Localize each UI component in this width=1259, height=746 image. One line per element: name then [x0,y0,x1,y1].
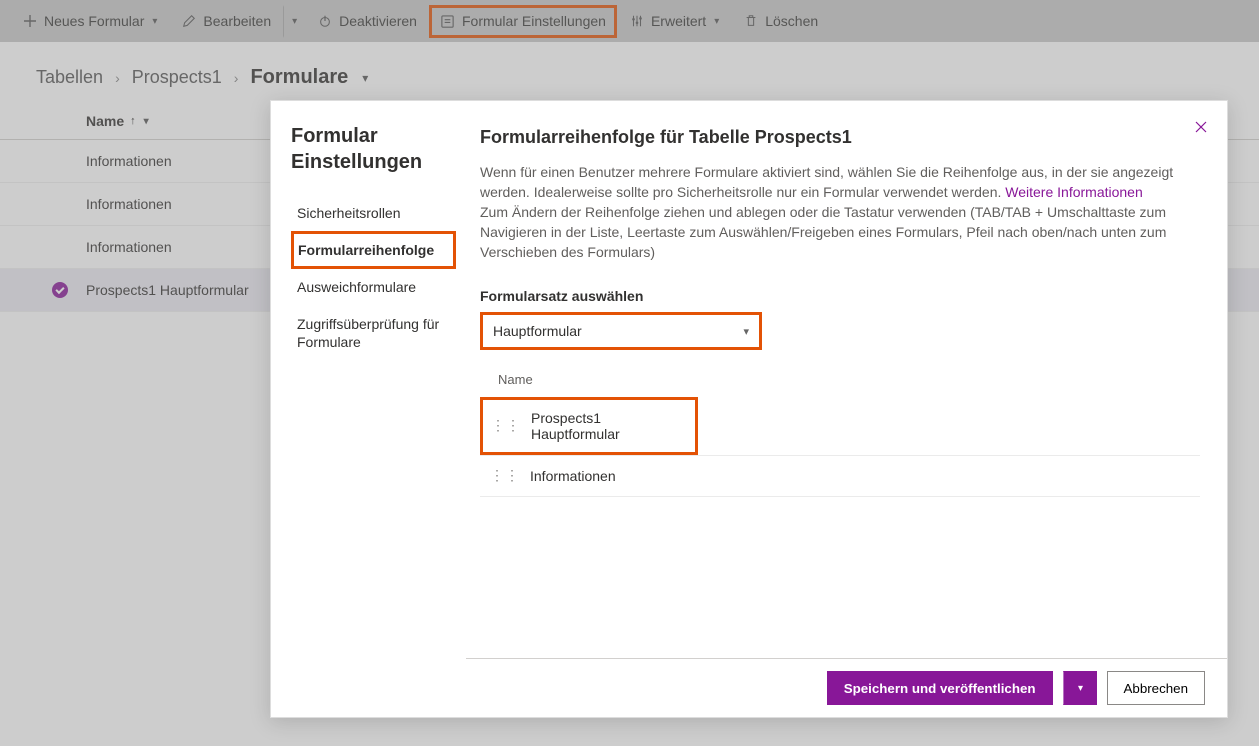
dialog-footer: Speichern und veröffentlichen ▾ Abbreche… [466,658,1227,717]
dialog-nav-title: Formular Einstellungen [291,123,456,175]
dialog-desc-2: Zum Ändern der Reihenfolge ziehen und ab… [480,204,1166,260]
dialog-main: Formularreihenfolge für Tabelle Prospect… [466,101,1227,717]
form-order-row[interactable]: ⋮⋮ Prospects1 Hauptformular [480,397,698,455]
learn-more-link[interactable]: Weitere Informationen [1005,184,1142,200]
dialog-close-button[interactable] [1193,119,1209,135]
form-order-row-name: Informationen [530,468,616,484]
drag-handle-icon[interactable]: ⋮⋮ [490,468,520,484]
dialog-description: Wenn für einen Benutzer mehrere Formular… [480,162,1201,262]
close-icon [1193,119,1209,135]
save-publish-split-button[interactable]: ▾ [1063,671,1097,705]
form-set-select[interactable]: Hauptformular ▾ [480,312,762,350]
list-header-name: Name [480,350,1201,397]
nav-form-order[interactable]: Formularreihenfolge [291,231,456,269]
nav-access-check[interactable]: Zugriffsüberprüfung für Formulare [291,305,456,361]
form-set-value: Hauptformular [493,323,582,339]
chevron-down-icon: ▾ [1078,683,1083,694]
nav-fallback-forms[interactable]: Ausweichformulare [291,269,456,305]
form-order-row[interactable]: ⋮⋮ Informationen [480,455,1200,497]
save-publish-button[interactable]: Speichern und veröffentlichen [827,671,1053,705]
dialog-body: Formularreihenfolge für Tabelle Prospect… [466,101,1227,658]
dialog-heading: Formularreihenfolge für Tabelle Prospect… [480,127,1201,148]
dialog-nav: Formular Einstellungen Sicherheitsrollen… [271,101,466,717]
cancel-button[interactable]: Abbrechen [1107,671,1205,705]
form-set-label: Formularsatz auswählen [480,288,1201,304]
nav-security-roles[interactable]: Sicherheitsrollen [291,195,456,231]
chevron-down-icon: ▾ [743,325,749,338]
form-settings-dialog: Formular Einstellungen Sicherheitsrollen… [270,100,1228,718]
drag-handle-icon[interactable]: ⋮⋮ [491,418,521,434]
form-order-row-name: Prospects1 Hauptformular [531,410,687,442]
